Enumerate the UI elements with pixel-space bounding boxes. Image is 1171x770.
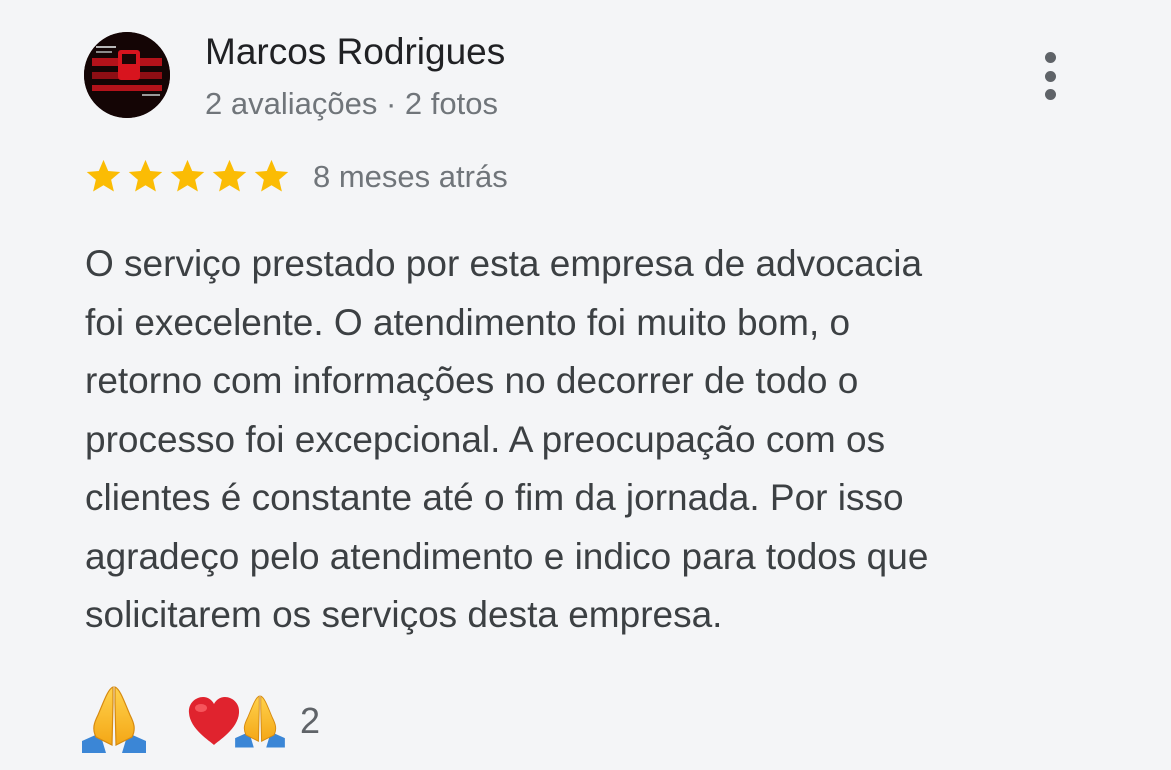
- avatar-image: [84, 32, 170, 118]
- review-text-line: O serviço prestado por esta empresa de a…: [85, 243, 923, 284]
- reviewer-avatar[interactable]: [84, 32, 170, 118]
- reactions-summary[interactable]: 2: [186, 688, 320, 754]
- more-vert-icon-dot: [1044, 70, 1056, 82]
- review-text-line: solicitarem os serviços desta empresa.: [85, 594, 723, 635]
- folded-hands-icon: [235, 695, 285, 748]
- more-vert-icon: [1044, 52, 1056, 63]
- star-icon: [170, 159, 205, 192]
- review-date: 8 meses atrás: [313, 159, 508, 194]
- review-text-line: processo foi excepcional. A preocupação …: [85, 418, 886, 460]
- star-rating: [84, 157, 291, 196]
- star-icon: [128, 159, 163, 192]
- star-icon: [212, 159, 247, 192]
- review-text-line: retorno com informações no decorrer de t…: [85, 360, 859, 401]
- star-icon: [254, 159, 289, 192]
- review-text-line: foi execelente. O atendimento foi muito …: [85, 301, 851, 343]
- reaction-count: 2: [300, 700, 321, 741]
- review-body: O serviço prestado por esta empresa de a…: [85, 235, 1085, 645]
- reviewer-stats: 2 avaliações · 2 fotos: [205, 86, 498, 121]
- more-vert-icon-dot: [1044, 89, 1056, 100]
- reviewer-name[interactable]: Marcos Rodrigues: [205, 30, 505, 74]
- folded-hands-icon[interactable]: [78, 683, 150, 755]
- star-icon: [86, 159, 121, 192]
- review-text-line: clientes é constante até o fim da jornad…: [85, 477, 904, 518]
- review-text-line: agradeço pelo atendimento e indico para …: [85, 535, 929, 577]
- more-options-button[interactable]: [1030, 48, 1070, 104]
